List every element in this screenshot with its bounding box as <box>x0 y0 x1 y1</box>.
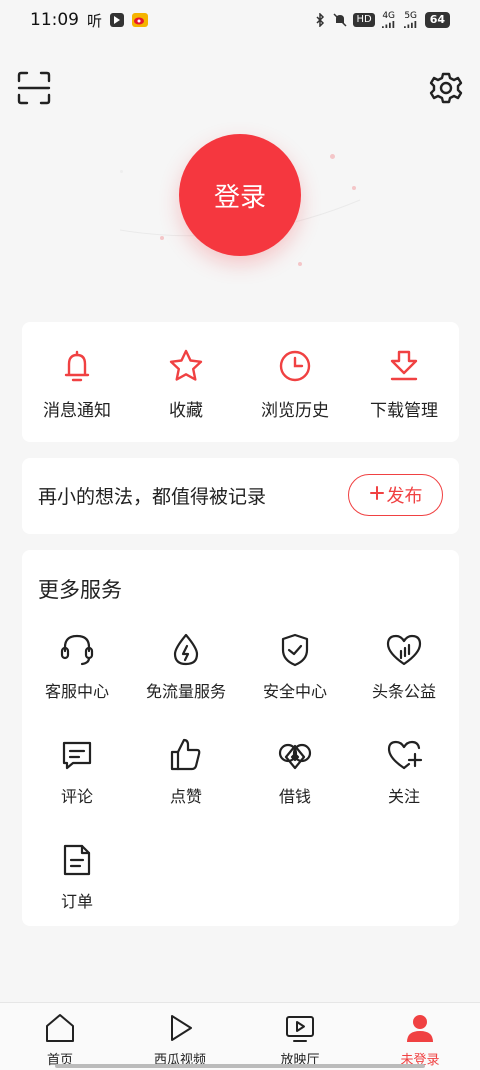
quick-item-history[interactable]: 浏览历史 <box>240 346 350 421</box>
service-label: 评论 <box>60 787 93 806</box>
more-services-card: 更多服务 客服中心 免流量服务 安全中心 头条公益 评论 点赞 借钱 关注 订单 <box>22 550 459 926</box>
service-orders[interactable]: 订单 <box>22 840 132 912</box>
service-charity[interactable]: 头条公益 <box>349 630 459 702</box>
status-time: 11:09 <box>30 10 79 30</box>
bluetooth-icon <box>313 12 327 28</box>
tab-cinema[interactable]: 放映厅 <box>240 1011 360 1068</box>
service-label: 订单 <box>60 892 93 911</box>
shield-check-icon <box>275 630 315 670</box>
publish-button-label: 发布 <box>386 486 423 507</box>
quick-actions-card: 消息通知 收藏 浏览历史 下载管理 <box>22 322 459 442</box>
comment-icon <box>57 735 97 775</box>
hd-badge: HD <box>353 13 375 27</box>
service-comments[interactable]: 评论 <box>22 735 132 807</box>
heart-plus-icon <box>384 735 424 775</box>
heart-charity-icon <box>384 630 424 670</box>
user-icon <box>403 1011 437 1045</box>
listen-app-icon: 听 <box>87 11 103 30</box>
quick-item-label: 浏览历史 <box>261 401 329 421</box>
signal-5g-icon: 5G <box>403 12 419 28</box>
service-security-center[interactable]: 安全中心 <box>240 630 350 702</box>
service-label: 安全中心 <box>262 682 327 701</box>
quick-item-label: 下载管理 <box>370 401 438 421</box>
login-button[interactable]: 登录 <box>179 134 301 256</box>
home-icon <box>43 1011 77 1045</box>
login-area: 登录 <box>0 120 480 290</box>
status-bar: 11:09 听 HD 4G 5G 64 <box>0 0 480 40</box>
tab-xigua-video[interactable]: 西瓜视频 <box>120 1011 240 1068</box>
home-indicator[interactable] <box>55 1064 425 1068</box>
publish-button[interactable]: 发布 <box>348 474 443 516</box>
service-follow[interactable]: 关注 <box>349 735 459 807</box>
quick-item-downloads[interactable]: 下载管理 <box>349 346 459 421</box>
publish-prompt-card: 再小的想法，都值得被记录 发布 <box>22 458 459 534</box>
bottom-tab-bar: 首页 西瓜视频 放映厅 未登录 <box>0 1002 480 1070</box>
net-5g-label: 5G <box>404 11 418 21</box>
service-label: 借钱 <box>278 787 311 806</box>
water-drop-icon <box>166 630 206 670</box>
decor-dot <box>352 186 356 190</box>
service-label: 关注 <box>387 787 420 806</box>
decor-dot <box>298 262 302 266</box>
services-title: 更多服务 <box>38 578 122 602</box>
battery-indicator: 64 <box>424 12 450 28</box>
notification-app-icon <box>110 12 125 28</box>
headset-icon <box>57 630 97 670</box>
play-icon <box>163 1011 197 1045</box>
decor-dot <box>330 154 335 159</box>
clock-icon <box>275 346 315 386</box>
service-label: 点赞 <box>169 787 202 806</box>
mute-icon <box>333 12 347 28</box>
tv-play-icon <box>283 1011 317 1045</box>
star-icon <box>166 346 206 386</box>
bell-icon <box>57 346 97 386</box>
service-customer-center[interactable]: 客服中心 <box>22 630 132 702</box>
tab-profile[interactable]: 未登录 <box>360 1011 480 1068</box>
service-label: 客服中心 <box>44 682 109 701</box>
plus-icon <box>369 485 385 506</box>
weibo-app-icon <box>132 12 149 28</box>
decor-dot <box>120 170 123 173</box>
service-loan[interactable]: 借钱 <box>240 735 350 807</box>
download-icon <box>384 346 424 386</box>
signal-4g-icon: 4G <box>381 12 397 28</box>
service-label: 头条公益 <box>371 682 436 701</box>
decor-dot <box>160 236 164 240</box>
tab-home[interactable]: 首页 <box>0 1011 120 1068</box>
scan-icon[interactable] <box>14 68 54 108</box>
order-icon <box>57 840 97 880</box>
quick-item-label: 消息通知 <box>43 401 111 421</box>
service-label: 免流量服务 <box>145 682 226 701</box>
loan-icon <box>275 735 315 775</box>
thumbs-up-icon <box>166 735 206 775</box>
publish-prompt-text: 再小的想法，都值得被记录 <box>38 486 267 508</box>
quick-item-notifications[interactable]: 消息通知 <box>22 346 132 421</box>
net-4g-label: 4G <box>382 11 396 21</box>
quick-item-favorites[interactable]: 收藏 <box>131 346 241 421</box>
service-likes[interactable]: 点赞 <box>131 735 241 807</box>
gear-icon[interactable] <box>426 68 466 108</box>
service-data-free[interactable]: 免流量服务 <box>131 630 241 702</box>
quick-item-label: 收藏 <box>169 401 203 421</box>
